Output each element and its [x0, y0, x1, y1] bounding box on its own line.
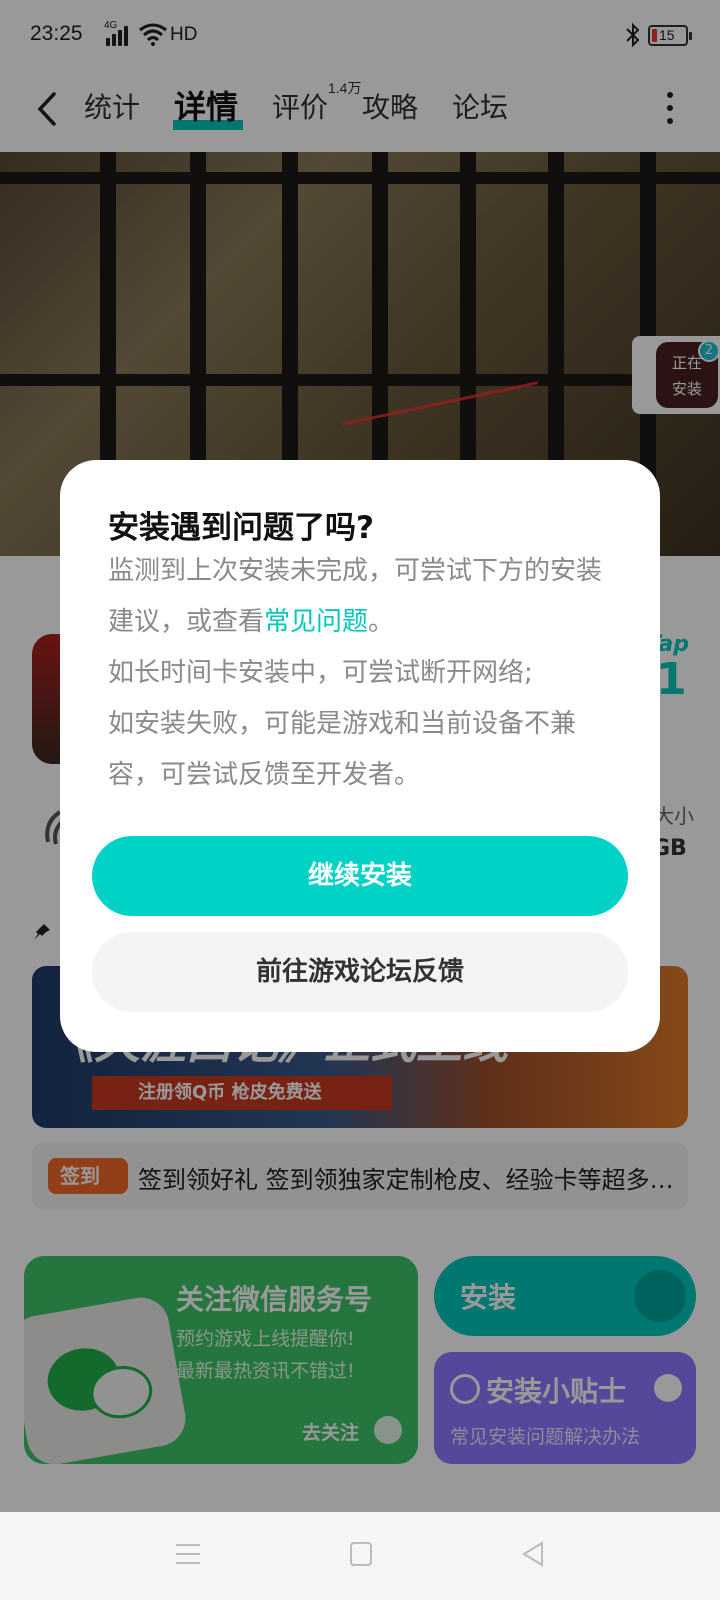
forum-feedback-button[interactable]: 前往游戏论坛反馈 — [92, 932, 628, 1012]
dialog-text-compat: 如安装失败，可能是游戏和当前设备不兼容，可尝试反馈至开发者。 — [108, 709, 577, 790]
dialog-text-network: 如长时间卡安装中，可尝试断开网络; — [108, 658, 533, 688]
menu-icon[interactable] — [176, 1542, 200, 1566]
home-icon[interactable] — [350, 1542, 372, 1566]
install-problem-dialog: 安装遇到问题了吗? 监测到上次安装未完成，可尝试下方的安装建议，或查看常见问题。… — [60, 460, 660, 1052]
dialog-body: 监测到上次安装未完成，可尝试下方的安装建议，或查看常见问题。 如长时间卡安装中，… — [108, 546, 618, 801]
status-dim-overlay — [0, 0, 720, 72]
faq-link[interactable]: 常见问题 — [264, 607, 368, 637]
back-triangle-icon[interactable] — [520, 1540, 546, 1568]
continue-install-button[interactable]: 继续安装 — [92, 836, 628, 916]
dialog-text-part2: 。 — [368, 607, 395, 637]
system-nav-bar — [0, 1512, 720, 1600]
dialog-title: 安装遇到问题了吗? — [108, 510, 374, 546]
